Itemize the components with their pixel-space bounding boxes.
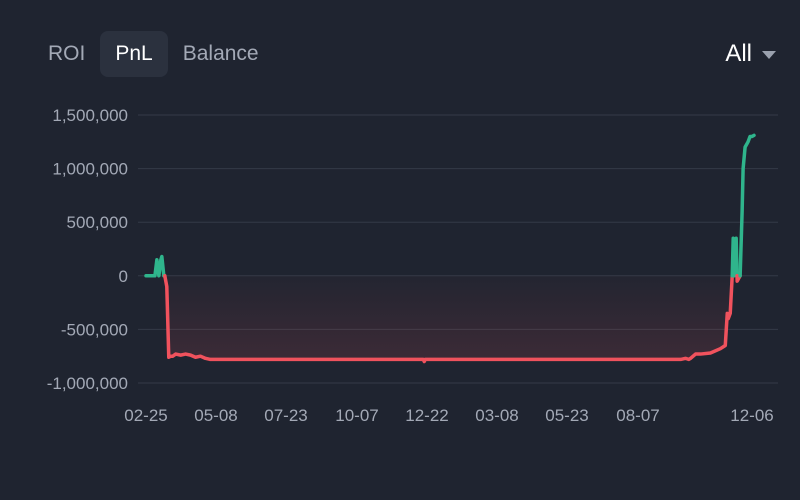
x-tick-label: 05-08	[194, 406, 237, 425]
pnl-chart: 1,500,000 1,000,000 500,000 0 -500,000 -1,000…	[47, 106, 778, 425]
y-tick-label: 0	[119, 267, 128, 286]
y-tick-label: 500,000	[67, 213, 128, 232]
x-tick-label: 12-22	[405, 406, 448, 425]
x-tick-label: 02-25	[124, 406, 167, 425]
x-tick-label: 03-08	[475, 406, 518, 425]
y-tick-label: -1,000,000	[47, 374, 128, 393]
x-tick-label: 05-23	[545, 406, 588, 425]
loss-area	[164, 275, 733, 362]
x-tick-label: 10-07	[335, 406, 378, 425]
x-tick-label: 08-07	[616, 406, 659, 425]
pnl-line-gain	[738, 133, 756, 278]
x-tick-label: 12-06	[730, 406, 773, 425]
y-tick-label: 1,500,000	[52, 106, 128, 125]
pnl-line-gain	[730, 236, 739, 278]
y-tick-label: -500,000	[61, 320, 128, 339]
y-tick-label: 1,000,000	[52, 160, 128, 179]
x-tick-label: 07-23	[264, 406, 307, 425]
pnl-line-gain	[144, 254, 167, 278]
